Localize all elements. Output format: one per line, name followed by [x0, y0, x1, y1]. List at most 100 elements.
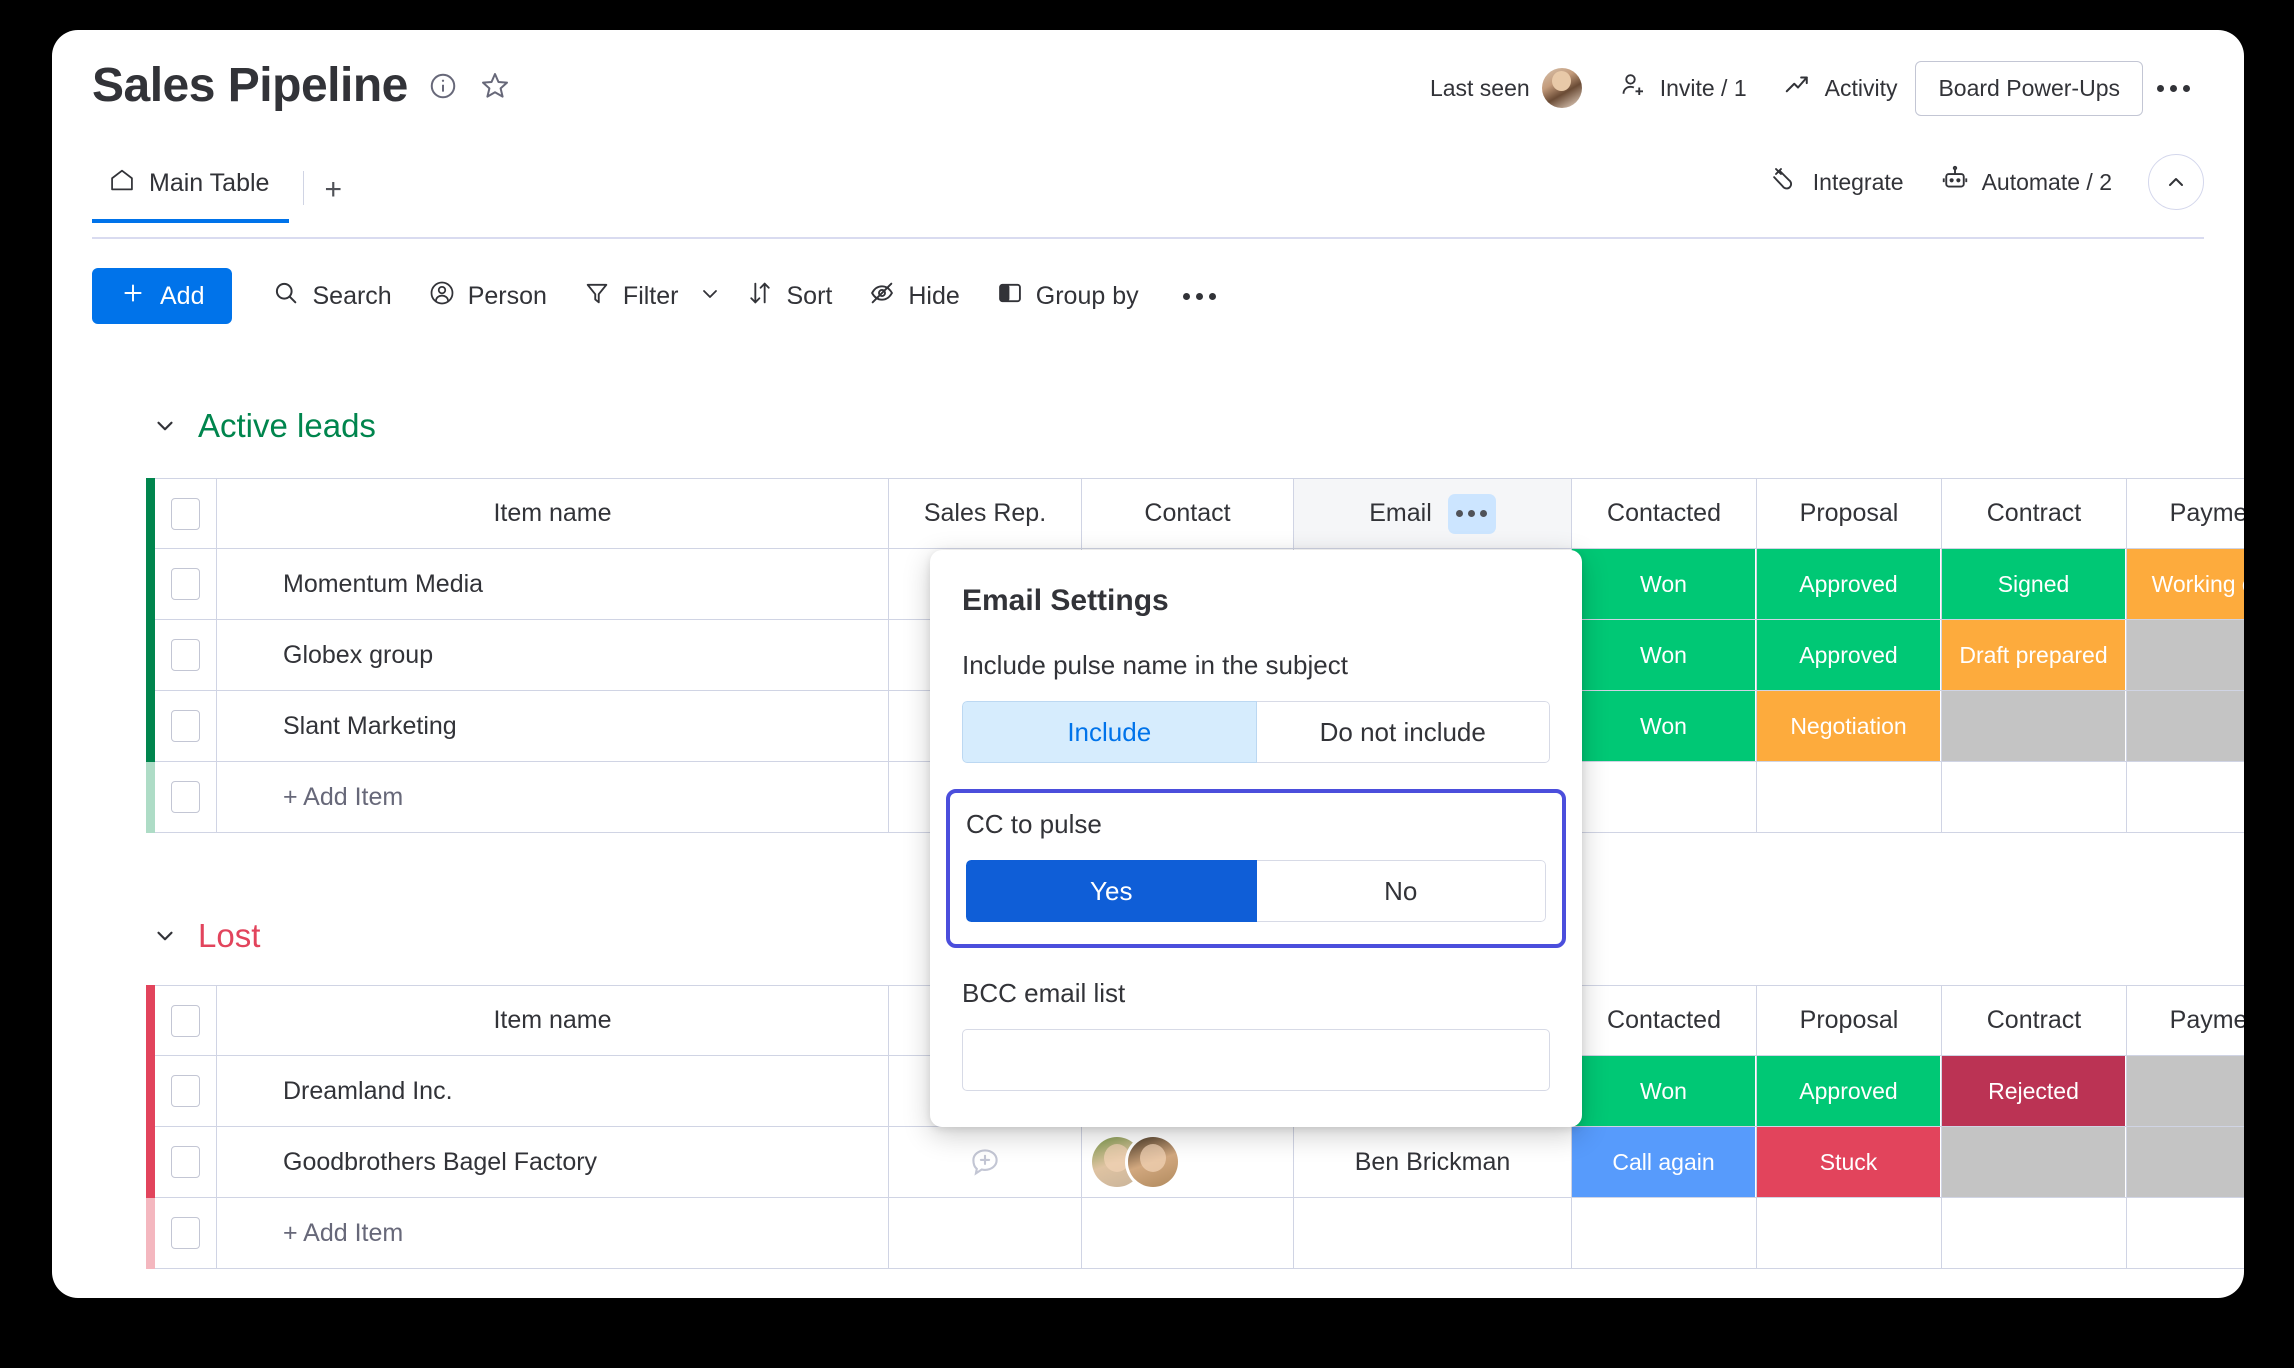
board-more-options-button[interactable] [2143, 73, 2204, 104]
cell-item-name[interactable]: Globex group [217, 620, 889, 691]
board-toolbar: Add Search Person Filter Sort Hide Group… [92, 268, 1230, 324]
hide-button[interactable]: Hide [850, 269, 977, 324]
column-header-sales-rep[interactable]: Sales Rep. [889, 478, 1082, 549]
cell-payment[interactable]: Working on it [2127, 549, 2244, 620]
group-by-icon [996, 279, 1024, 314]
cell-contract[interactable] [1942, 691, 2127, 762]
group-by-button[interactable]: Group by [978, 269, 1157, 324]
cell-payment[interactable] [2127, 691, 2244, 762]
add-item-checkbox-cell[interactable] [155, 1198, 217, 1269]
select-all-checkbox[interactable] [171, 1004, 200, 1037]
cell-contract[interactable]: Signed [1942, 549, 2127, 620]
row-checkbox-cell[interactable] [155, 691, 217, 762]
integrate-button[interactable]: Integrate [1753, 154, 1922, 210]
filter-button[interactable]: Filter [565, 269, 697, 324]
star-icon[interactable] [478, 69, 512, 103]
cell-item-name[interactable]: Momentum Media [217, 549, 889, 620]
info-icon[interactable] [426, 69, 460, 103]
column-header-contacted[interactable]: Contacted [1572, 985, 1757, 1056]
row-checkbox[interactable] [171, 568, 200, 600]
cell-contacted[interactable]: Won [1572, 1056, 1757, 1127]
bcc-email-input[interactable] [962, 1029, 1550, 1091]
activity-button[interactable]: Activity [1765, 60, 1916, 116]
select-all-checkbox[interactable] [171, 497, 200, 530]
column-header-item-name[interactable]: Item name [217, 985, 889, 1056]
filter-chevron-down-icon[interactable] [696, 272, 728, 321]
add-item-row[interactable]: + Add Item [146, 1198, 2244, 1269]
column-header-contract[interactable]: Contract [1942, 478, 2127, 549]
row-checkbox[interactable] [171, 1075, 200, 1107]
column-header-proposal[interactable]: Proposal [1757, 985, 1942, 1056]
email-column-menu-button[interactable] [1447, 493, 1496, 534]
cell-proposal[interactable]: Approved [1757, 620, 1942, 691]
avatar[interactable] [1541, 68, 1582, 108]
cell-item-name[interactable]: Goodbrothers Bagel Factory [217, 1127, 889, 1198]
cell-contact[interactable]: Ben Brickman [1294, 1127, 1572, 1198]
group-collapse-chevron-icon[interactable] [152, 923, 178, 949]
add-update-icon[interactable] [968, 1145, 1002, 1179]
cell-contacted[interactable]: Won [1572, 549, 1757, 620]
last-seen[interactable]: Last seen [1412, 58, 1600, 118]
include-option[interactable]: Include [962, 701, 1257, 763]
add-item-checkbox-cell[interactable] [155, 762, 217, 833]
column-header-payment[interactable]: Payment [2127, 478, 2244, 549]
group-active-leads-title[interactable]: Active leads [198, 407, 376, 445]
cell-payment[interactable] [2127, 1056, 2244, 1127]
column-header-contacted[interactable]: Contacted [1572, 478, 1757, 549]
select-all-checkbox-cell[interactable] [155, 985, 217, 1056]
cc-no-option[interactable]: No [1256, 860, 1546, 922]
row-checkbox[interactable] [171, 639, 200, 671]
table-row[interactable]: Goodbrothers Bagel Factory Ben Brickman … [146, 1127, 2244, 1198]
cell-proposal[interactable]: Approved [1757, 1056, 1942, 1127]
add-tab-button[interactable]: + [318, 173, 362, 223]
cell-payment[interactable] [2127, 620, 2244, 691]
cc-yes-option[interactable]: Yes [966, 860, 1257, 922]
cell-contacted[interactable]: Won [1572, 691, 1757, 762]
cell-proposal[interactable]: Negotiation [1757, 691, 1942, 762]
column-header-contract[interactable]: Contract [1942, 985, 2127, 1056]
row-checkbox-cell[interactable] [155, 1056, 217, 1127]
cell-payment[interactable] [2127, 1127, 2244, 1198]
cell-contract[interactable] [1942, 1127, 2127, 1198]
search-button[interactable]: Search [254, 269, 409, 324]
row-checkbox[interactable] [171, 1146, 200, 1178]
column-header-contact[interactable]: Contact [1082, 478, 1294, 549]
add-item-button[interactable]: + Add Item [217, 1198, 889, 1269]
person-button[interactable]: Person [410, 269, 565, 324]
toolbar-more-options-button[interactable] [1169, 281, 1230, 312]
column-header-item-name[interactable]: Item name [217, 478, 889, 549]
group-collapse-chevron-icon[interactable] [152, 413, 178, 439]
cell-contacted[interactable]: Won [1572, 620, 1757, 691]
column-header-email[interactable]: Email [1294, 478, 1572, 549]
column-header-payment[interactable]: Payment [2127, 985, 2244, 1056]
cell-proposal[interactable]: Stuck [1757, 1127, 1942, 1198]
avatar[interactable] [1128, 1137, 1178, 1187]
do-not-include-option[interactable]: Do not include [1256, 701, 1550, 763]
add-item-button[interactable]: + Add Item [217, 762, 889, 833]
row-checkbox-cell[interactable] [155, 620, 217, 691]
collapse-header-button[interactable] [2148, 154, 2204, 210]
select-all-checkbox-cell[interactable] [155, 478, 217, 549]
board-power-ups-button[interactable]: Board Power-Ups [1915, 60, 2143, 116]
cell-contract[interactable]: Rejected [1942, 1056, 2127, 1127]
automate-button[interactable]: Automate / 2 [1922, 154, 2130, 210]
add-item-checkbox[interactable] [171, 781, 200, 813]
cell-contract[interactable]: Draft prepared [1942, 620, 2127, 691]
cell-item-name[interactable]: Slant Marketing [217, 691, 889, 762]
add-item-checkbox[interactable] [171, 1217, 200, 1249]
row-checkbox-cell[interactable] [155, 549, 217, 620]
group-lost-title[interactable]: Lost [198, 917, 260, 955]
sort-button[interactable]: Sort [728, 269, 850, 324]
cell-sales-rep[interactable] [1082, 1127, 1294, 1198]
cell-contacted[interactable]: Call again [1572, 1127, 1757, 1198]
invite-button[interactable]: Invite / 1 [1600, 60, 1765, 116]
column-header-proposal[interactable]: Proposal [1757, 478, 1942, 549]
tab-main-table[interactable]: Main Table [92, 158, 290, 223]
row-checkbox-cell[interactable] [155, 1127, 217, 1198]
add-button[interactable]: Add [92, 268, 233, 324]
cell-proposal[interactable]: Approved [1757, 549, 1942, 620]
row-checkbox[interactable] [171, 710, 200, 742]
sales-rep-avatars[interactable] [1082, 1137, 1178, 1187]
cell-item-name[interactable]: Dreamland Inc. [217, 1056, 889, 1127]
cell-updates[interactable] [889, 1127, 1082, 1198]
